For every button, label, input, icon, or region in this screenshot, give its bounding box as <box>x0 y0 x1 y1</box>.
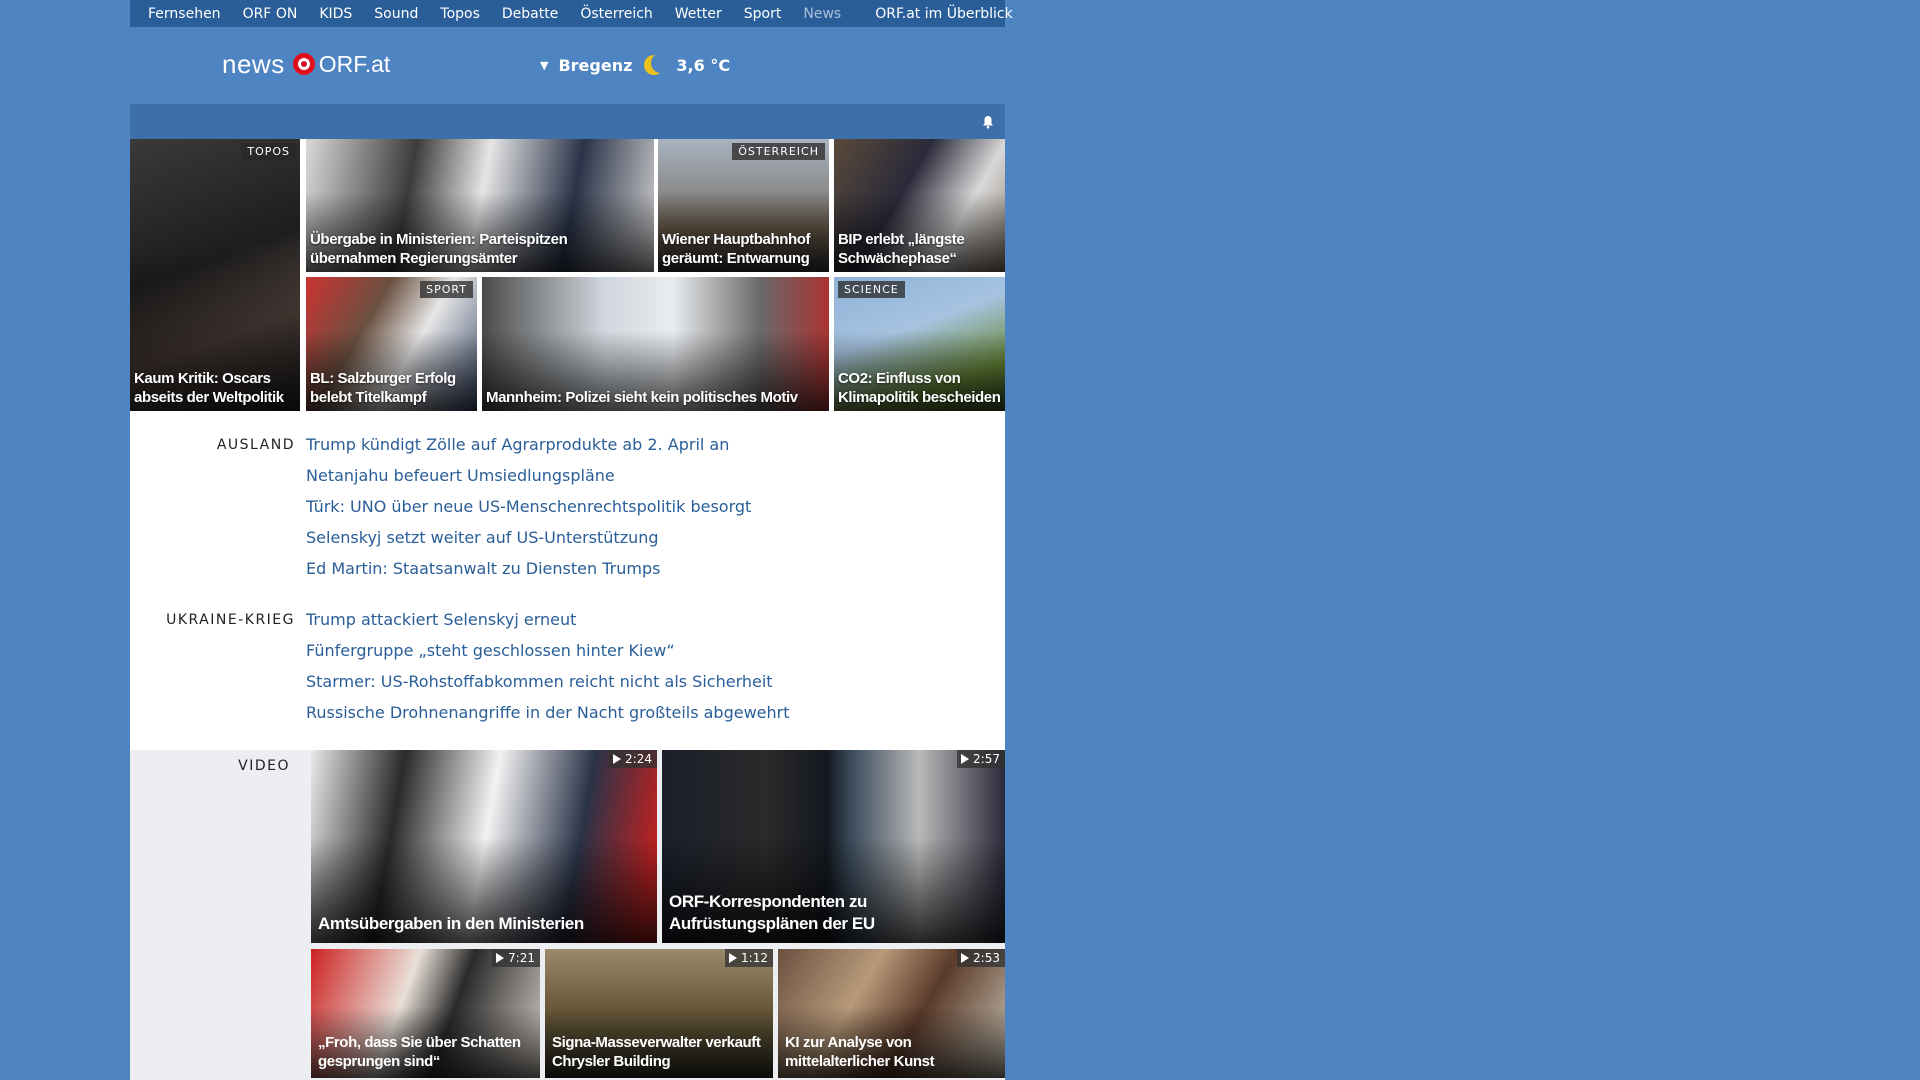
video-duration: 1:12 <box>725 949 773 967</box>
nav-item-topos[interactable]: Topos <box>429 6 490 22</box>
nav-item-fernsehen[interactable]: Fernsehen <box>130 6 232 22</box>
tile-caption: Mannheim: Polizei sieht kein politisches… <box>486 389 798 406</box>
story-tile[interactable]: SPORT BL: Salzburger Erfolg belebt Titel… <box>306 277 477 411</box>
section-label: UKRAINE-KRIEG <box>166 612 295 628</box>
video-tile[interactable]: 2:57 ORF-Korrespondenten zu Aufrüstungsp… <box>662 750 1005 943</box>
tile-tag: SPORT <box>420 281 473 298</box>
headline-link[interactable]: Trump kündigt Zölle auf Agrarprodukte ab… <box>306 434 751 465</box>
video-caption: Signa-Masseverwalter verkauft Chrysler B… <box>552 1034 761 1070</box>
headline-link[interactable]: Ed Martin: Staatsanwalt zu Diensten Trum… <box>306 558 751 589</box>
weather-widget[interactable]: ▼ Bregenz 3,6 °C <box>540 55 730 75</box>
nav-item-sound[interactable]: Sound <box>363 6 429 22</box>
logo-news-text: news <box>222 48 285 79</box>
video-caption: „Froh, dass Sie über Schatten gesprungen… <box>318 1034 521 1070</box>
video-caption: Amtsübergaben in den Ministerien <box>318 914 584 933</box>
tile-caption: Wiener Hauptbahnhof geräumt: Entwarnung <box>662 231 811 267</box>
nav-item-debatte[interactable]: Debatte <box>491 6 569 22</box>
tile-caption: BL: Salzburger Erfolg belebt Titelkampf <box>310 370 456 406</box>
site-header: news ORF.at ▼ Bregenz 3,6 °C <box>130 27 1005 104</box>
tile-caption: CO2: Einfluss von Klimapolitik bescheide… <box>838 370 1001 406</box>
dropdown-arrow-icon[interactable]: ▼ <box>540 59 548 72</box>
video-tile[interactable]: 2:24 Amtsübergaben in den Ministerien <box>311 750 657 943</box>
nav-item-oesterreich[interactable]: Österreich <box>569 6 663 22</box>
play-icon <box>613 754 622 764</box>
nav-item-overview[interactable]: ORF.at im Überblick <box>852 6 1023 22</box>
video-caption: ORF-Korrespondenten zu Aufrüstungsplänen… <box>669 892 875 933</box>
video-duration: 2:57 <box>957 750 1005 768</box>
headline-link[interactable]: Fünfergruppe „steht geschlossen hinter K… <box>306 640 790 671</box>
duration-text: 7:21 <box>508 951 535 965</box>
story-tile[interactable]: BIP erlebt „längste Schwächephase“ <box>834 139 1005 272</box>
header-subbar <box>130 104 1005 139</box>
nav-item-sport[interactable]: Sport <box>733 6 793 22</box>
tile-tag: SCIENCE <box>838 281 905 298</box>
top-nav: Fernsehen ORF ON KIDS Sound Topos Debatt… <box>130 0 1013 27</box>
story-tile[interactable]: TOPOS Kaum Kritik: Oscars abseits der We… <box>130 139 300 411</box>
nav-item-wetter[interactable]: Wetter <box>664 6 733 22</box>
section-links: Trump kündigt Zölle auf Agrarprodukte ab… <box>306 434 751 589</box>
top-stories-grid: TOPOS Kaum Kritik: Oscars abseits der We… <box>130 139 1005 411</box>
video-tile[interactable]: 7:21 „Froh, dass Sie über Schatten gespr… <box>311 949 540 1078</box>
headline-link[interactable]: Türk: UNO über neue US-Menschenrechtspol… <box>306 496 751 527</box>
video-duration: 2:53 <box>957 949 1005 967</box>
duration-text: 1:12 <box>741 951 768 965</box>
section-label: AUSLAND <box>216 437 295 453</box>
orf-eye-icon <box>292 53 315 75</box>
video-caption: KI zur Analyse von mittelalterlicher Kun… <box>785 1034 935 1070</box>
story-tile[interactable]: Mannheim: Polizei sieht kein politisches… <box>482 277 829 411</box>
story-tile[interactable]: Übergabe in Ministerien: Parteispitzen ü… <box>306 139 654 272</box>
play-icon <box>961 953 970 963</box>
moon-icon <box>644 55 665 75</box>
nav-item-orf-on[interactable]: ORF ON <box>232 6 309 22</box>
headline-link[interactable]: Selenskyj setzt weiter auf US-Unterstütz… <box>306 527 751 558</box>
video-tile[interactable]: 1:12 Signa-Masseverwalter verkauft Chrys… <box>545 949 773 1078</box>
tile-caption: Übergabe in Ministerien: Parteispitzen ü… <box>310 231 568 267</box>
duration-text: 2:53 <box>973 951 1000 965</box>
tile-caption: BIP erlebt „längste Schwächephase“ <box>838 231 965 267</box>
video-tile[interactable]: 2:53 KI zur Analyse von mittelalterliche… <box>778 949 1005 1078</box>
section-links: Trump attackiert Selenskyj erneut Fünfer… <box>306 609 790 733</box>
weather-temp: 3,6 °C <box>676 55 731 75</box>
section-label: VIDEO <box>238 758 290 774</box>
weather-city: Bregenz <box>558 55 633 75</box>
nav-item-kids[interactable]: KIDS <box>308 6 363 22</box>
tile-tag: TOPOS <box>241 143 296 160</box>
headline-link[interactable]: Trump attackiert Selenskyj erneut <box>306 609 790 640</box>
duration-text: 2:57 <box>973 752 1000 766</box>
news-sections: AUSLAND Trump kündigt Zölle auf Agrarpro… <box>130 411 1005 750</box>
story-tile[interactable]: SCIENCE CO2: Einfluss von Klimapolitik b… <box>834 277 1005 411</box>
headline-link[interactable]: Russische Drohnenangriffe in der Nacht g… <box>306 702 790 733</box>
page: Fernsehen ORF ON KIDS Sound Topos Debatt… <box>130 0 1013 1080</box>
video-duration: 7:21 <box>492 949 540 967</box>
play-icon <box>729 953 738 963</box>
news-orf-logo[interactable]: news ORF.at <box>222 47 390 81</box>
play-icon <box>496 953 505 963</box>
video-section: VIDEO 2:24 Amtsübergaben in den Minister… <box>130 750 1005 1080</box>
play-icon <box>961 754 970 764</box>
video-duration: 2:24 <box>609 750 657 768</box>
tile-caption: Kaum Kritik: Oscars abseits der Weltpoli… <box>134 370 284 406</box>
tile-tag: ÖSTERREICH <box>732 143 825 160</box>
nav-item-news[interactable]: News <box>792 6 852 22</box>
logo-orf-text: ORF.at <box>318 50 391 77</box>
story-tile[interactable]: ÖSTERREICH Wiener Hauptbahnhof geräumt: … <box>658 139 829 272</box>
headline-link[interactable]: Starmer: US-Rohstoffabkommen reicht nich… <box>306 671 790 702</box>
headline-link[interactable]: Netanjahu befeuert Umsiedlungspläne <box>306 465 751 496</box>
bell-icon[interactable] <box>981 115 995 129</box>
duration-text: 2:24 <box>625 752 652 766</box>
